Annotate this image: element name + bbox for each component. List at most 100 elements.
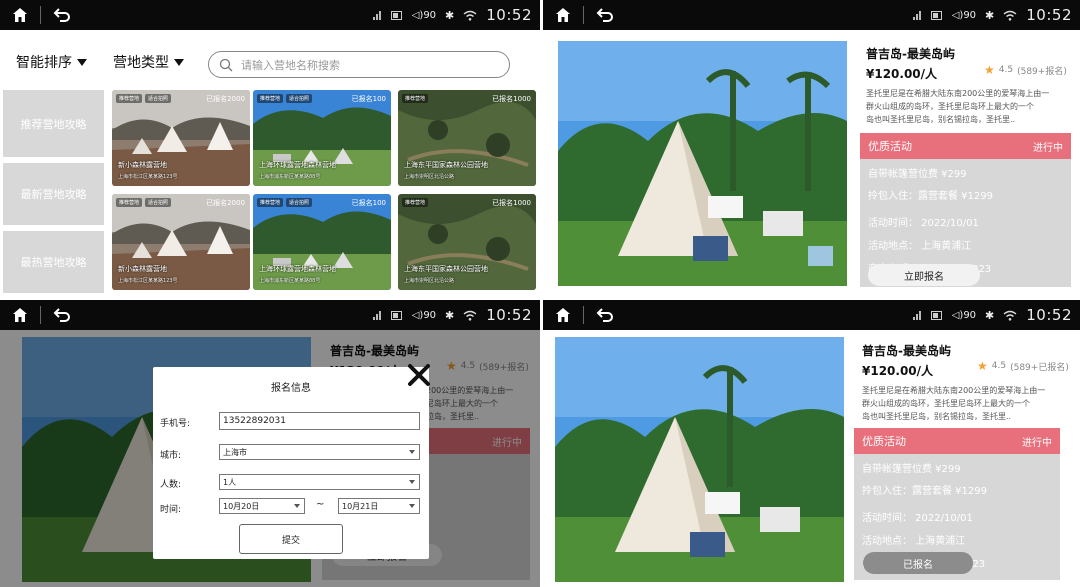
desc-line: 圣托里尼是在希腊大陆东南200公里的爱琴海上由一 [866, 89, 1050, 98]
search-icon [219, 58, 233, 71]
bluetooth-icon: ✱ [985, 308, 995, 322]
camp-card[interactable]: 推荐营地 已报名1000 上海东平国家森林公园营地 上海市崇明区北沿公路 [398, 90, 536, 186]
wifi-icon [1003, 310, 1017, 321]
start-date-value: 10月20日 [223, 501, 260, 511]
signup-button[interactable]: 立即报名 [868, 264, 980, 286]
camp-card[interactable]: 推荐营地 适合拍照 已报名2000 新小森林露营地 上海市松江区某某路123号 [112, 194, 250, 290]
camp-card[interactable]: 推荐营地 适合拍照 已报名2000 新小森林露营地 上海市松江区某某路123号 [112, 90, 250, 186]
camp-photo [398, 90, 536, 186]
bluetooth-icon: ✱ [445, 308, 455, 322]
category-label: 最新营地攻略 [20, 188, 87, 201]
category-latest[interactable]: 最新营地攻略 [3, 163, 104, 225]
phone-field[interactable]: 13522892031 [219, 412, 420, 430]
card-address: 上海市崇明区北沿公路 [404, 278, 455, 284]
card-title: 上海环球露营地森林营地 [259, 265, 336, 273]
home-icon[interactable] [555, 7, 571, 23]
clock: 10:52 [1026, 306, 1072, 324]
camp-tent-image [558, 41, 847, 286]
camp-card[interactable]: 推荐营地 适合拍照 已报名100 上海环球露营地森林营地 上海市浦东新区某某路88… [253, 194, 391, 290]
back-icon[interactable] [53, 307, 71, 323]
search-input[interactable]: 请输入营地名称搜索 [208, 51, 510, 78]
card-title: 上海环球露营地森林营地 [259, 161, 336, 169]
status-divider [40, 306, 41, 324]
category-recommended[interactable]: 推荐营地攻略 [3, 90, 104, 157]
camp-hero-photo [558, 41, 847, 286]
camp-list-screen: ◁) 90 ✱ 10:52 智能排序 营地类型 请输入营地名称搜索 推荐营地攻略 … [0, 0, 540, 297]
volume-level: 90 [963, 9, 977, 21]
date-range-separator: ~ [316, 499, 325, 510]
home-icon[interactable] [555, 307, 571, 323]
volume-icon: ◁) 90 [951, 309, 977, 321]
camp-card[interactable]: 推荐营地 适合拍照 已报名100 上海环球露营地森林营地 上海市浦东新区某某路88… [253, 90, 391, 186]
sort-label: 智能排序 [16, 55, 72, 71]
card-address: 上海市浦东新区某某路88号 [259, 278, 321, 284]
sort-dropdown[interactable]: 智能排序 [16, 52, 87, 72]
back-icon[interactable] [596, 307, 614, 323]
card-status: 已报名2000 [206, 95, 245, 103]
clock: 10:52 [486, 306, 532, 324]
end-date-select[interactable]: 10月21日 [338, 498, 420, 514]
battery-icon [390, 310, 403, 320]
card-tag: 推荐营地 [116, 94, 143, 103]
city-select[interactable]: 上海市 [219, 444, 420, 460]
promo-time: 活动时间： 2022/10/01 [868, 218, 979, 229]
camp-photo [398, 194, 536, 290]
back-icon[interactable] [596, 7, 614, 23]
people-select[interactable]: 1人 [219, 474, 420, 490]
home-icon[interactable] [12, 7, 28, 23]
card-address: 上海市松江区某某路123号 [118, 174, 178, 180]
status-divider [583, 306, 584, 324]
status-bar: ◁) 90 ✱ 10:52 [543, 0, 1080, 30]
promo-item: 拎包入住：露营套餐 ¥1299 [868, 191, 993, 202]
signal-icon [912, 310, 922, 320]
rating-count: (589+报名) [1017, 66, 1067, 77]
chevron-down-icon [409, 504, 415, 508]
desc-line: 群火山组成的岛环，圣托里尼岛环上最大的一个 [866, 102, 1034, 111]
card-tag: 推荐营地 [116, 198, 143, 207]
home-icon[interactable] [12, 307, 28, 323]
city-label: 城市: [160, 451, 182, 461]
people-value: 1人 [223, 477, 237, 487]
battery-icon [930, 10, 943, 20]
caret-down-icon [77, 58, 87, 66]
desc-line: 岛也叫圣托里尼岛，别名锡拉岛，圣托里.. [862, 412, 1012, 421]
signal-icon [372, 10, 382, 20]
clock: 10:52 [486, 6, 532, 24]
modal-title: 报名信息 [271, 383, 311, 394]
status-bar: ◁) 90 ✱ 10:52 [543, 300, 1080, 330]
rating: ★ 4.5 (589+已报名) [977, 359, 1069, 373]
search-placeholder: 请输入营地名称搜索 [241, 58, 340, 72]
type-dropdown[interactable]: 营地类型 [113, 52, 184, 72]
camp-card[interactable]: 推荐营地 已报名1000 上海东平国家森林公园营地 上海市崇明区北沿公路 [398, 194, 536, 290]
card-tag: 适合拍照 [145, 94, 172, 103]
card-tag: 推荐营地 [402, 198, 429, 207]
card-title: 上海东平国家森林公园营地 [404, 265, 488, 273]
wifi-icon [1003, 10, 1017, 21]
rating-value: 4.5 [991, 361, 1007, 371]
promo-item: 自带帐篷营位费 ¥299 [868, 169, 967, 180]
start-date-select[interactable]: 10月20日 [219, 498, 305, 514]
volume-level: 90 [423, 9, 437, 21]
signed-up-button[interactable]: 已报名 [863, 552, 973, 574]
desc-line: 岛也叫圣托里尼岛，别名锡拉岛，圣托里.. [866, 115, 1016, 124]
category-hottest[interactable]: 最热营地攻略 [3, 231, 104, 293]
promo-place: 活动地点： 上海黄浦江 [868, 241, 972, 252]
promo-item: 自带帐篷营位费 ¥299 [862, 464, 961, 475]
chevron-down-icon [294, 504, 300, 508]
detail-info: 普吉岛-最美岛屿 ¥120.00/人 圣托里尼是在希腊大陆东南200公里的爱琴海… [866, 45, 1076, 126]
promo-title: 优质活动 [868, 140, 912, 153]
bluetooth-icon: ✱ [985, 8, 995, 22]
card-status: 已报名100 [351, 199, 386, 207]
category-label: 推荐营地攻略 [20, 117, 87, 131]
status-divider [40, 6, 41, 24]
back-icon[interactable] [53, 7, 71, 23]
rating-count: (589+已报名) [1010, 362, 1069, 373]
camp-hero-photo [555, 337, 844, 582]
close-icon[interactable] [406, 362, 432, 388]
submit-button[interactable]: 提交 [239, 524, 343, 554]
promo-place: 活动地点： 上海黄浦江 [862, 536, 966, 547]
card-status: 已报名1000 [492, 199, 531, 207]
promo-title: 优质活动 [862, 435, 906, 448]
promo-status: 进行中 [1033, 142, 1063, 154]
battery-icon [390, 10, 403, 20]
